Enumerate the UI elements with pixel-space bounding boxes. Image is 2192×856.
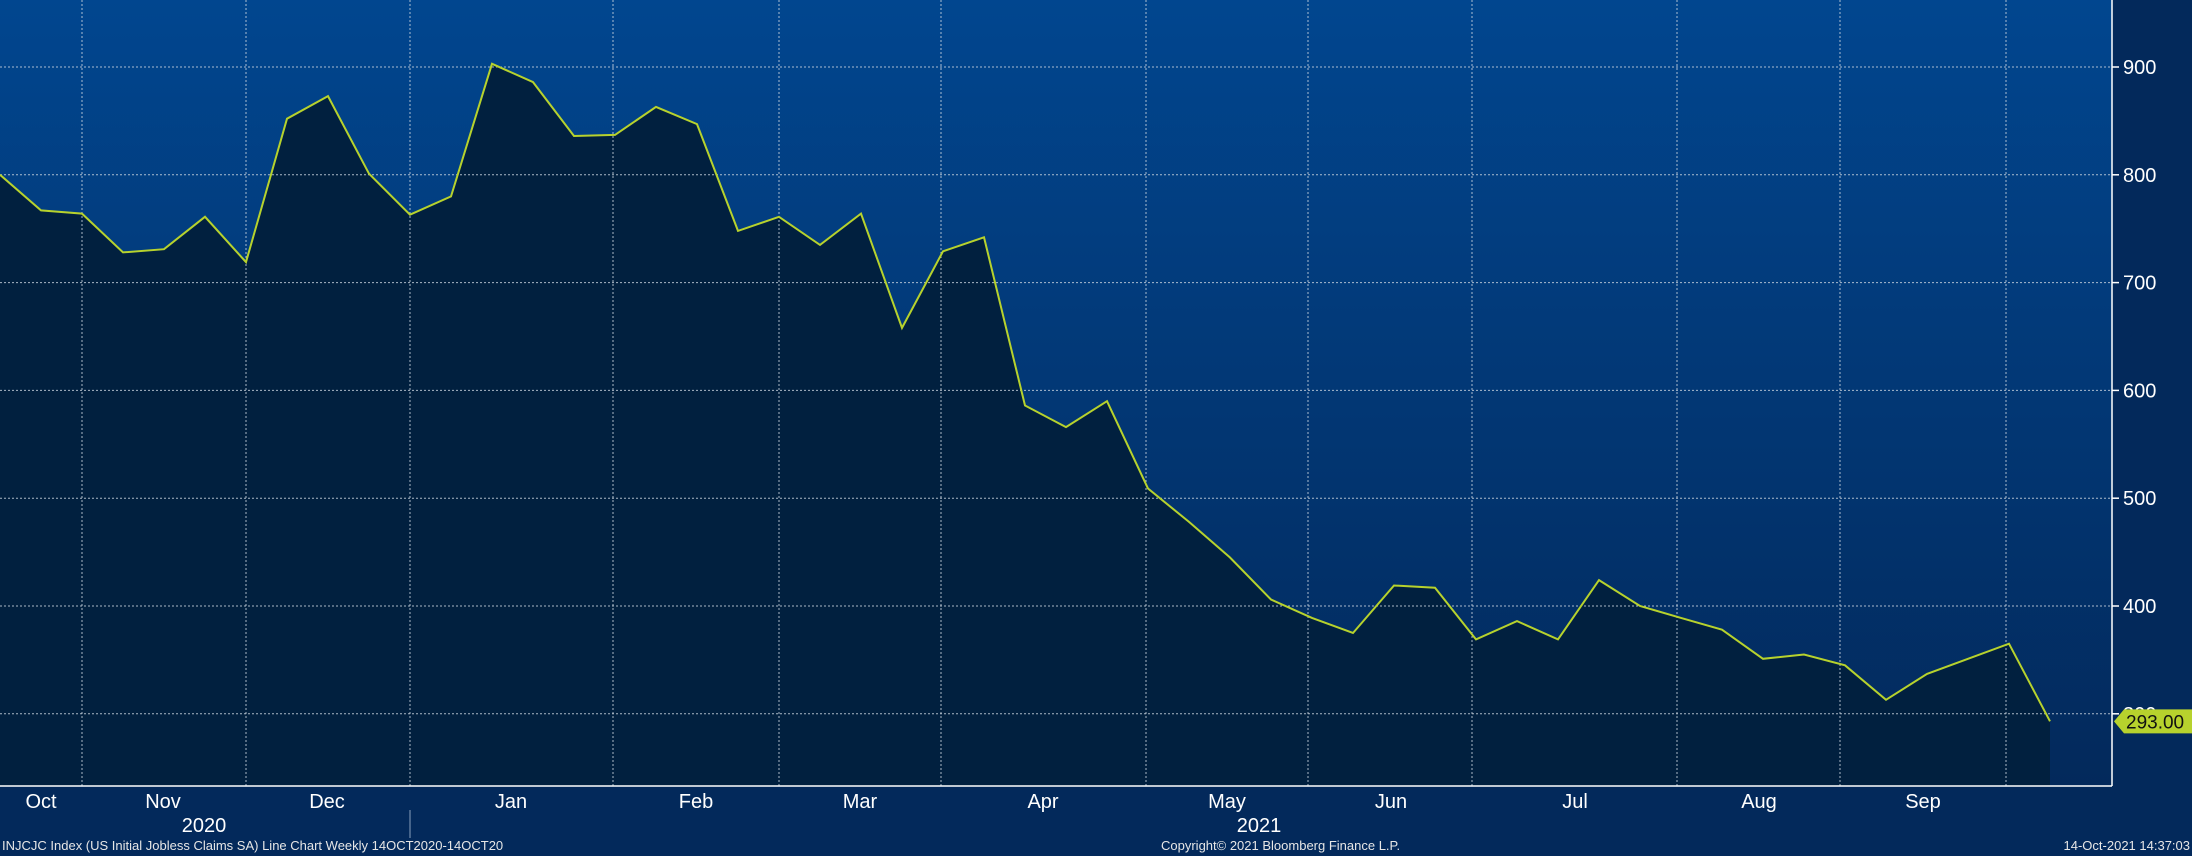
- last-value-label: 293.00: [2126, 712, 2184, 733]
- y-tick-label: 800: [2123, 165, 2156, 187]
- copyright-label: Copyright© 2021 Bloomberg Finance L.P.: [1161, 838, 1401, 853]
- month-label: Feb: [679, 791, 713, 813]
- month-label: Jan: [495, 791, 527, 813]
- year-label: 2021: [1237, 815, 1282, 837]
- timestamp-label: 14-Oct-2021 14:37:03: [2063, 838, 2190, 853]
- y-tick-label: 700: [2123, 273, 2156, 295]
- month-label: May: [1208, 791, 1246, 813]
- month-label: Jul: [1562, 791, 1588, 813]
- month-label: Oct: [25, 791, 57, 813]
- source-label: INJCJC Index (US Initial Jobless Claims …: [2, 838, 504, 853]
- month-label: Mar: [843, 791, 878, 813]
- y-tick-label: 900: [2123, 57, 2156, 79]
- y-tick-label: 500: [2123, 488, 2156, 510]
- chart-container: 300400500600700800900293.00OctNovDecJanF…: [0, 0, 2192, 856]
- jobless-claims-chart: 300400500600700800900293.00OctNovDecJanF…: [0, 0, 2192, 838]
- month-label: Apr: [1027, 791, 1058, 813]
- y-tick-label: 600: [2123, 380, 2156, 402]
- month-label: Aug: [1741, 791, 1777, 813]
- month-label: Sep: [1905, 791, 1941, 813]
- month-label: Jun: [1375, 791, 1407, 813]
- year-label: 2020: [182, 815, 227, 837]
- month-label: Nov: [145, 791, 181, 813]
- y-tick-label: 400: [2123, 596, 2156, 618]
- month-label: Dec: [309, 791, 345, 813]
